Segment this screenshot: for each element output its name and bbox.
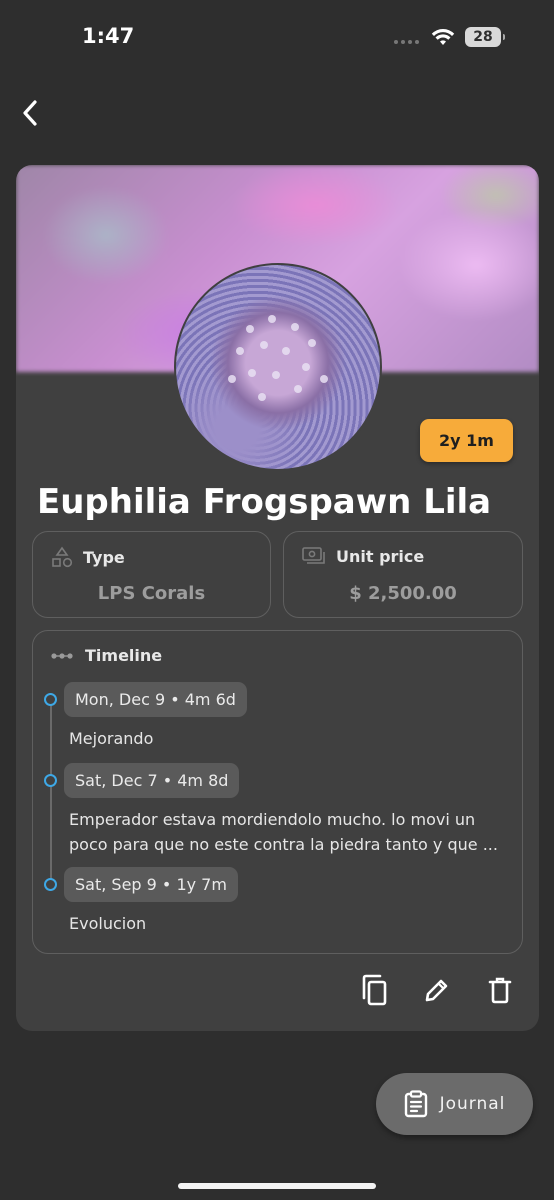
journal-button[interactable]: Journal bbox=[376, 1073, 533, 1135]
status-bar: 1:47 28 bbox=[0, 0, 554, 76]
copy-button[interactable] bbox=[357, 973, 390, 1006]
type-label: Type bbox=[83, 547, 125, 567]
timeline-dot bbox=[44, 693, 57, 706]
price-label: Unit price bbox=[336, 546, 425, 566]
timeline-note: Evolucion bbox=[69, 914, 147, 933]
journal-label: Journal bbox=[439, 1094, 506, 1114]
timeline-line bbox=[50, 697, 52, 887]
price-box: Unit price $ 2,500.00 bbox=[283, 531, 523, 618]
wifi-icon bbox=[431, 29, 455, 45]
trash-icon bbox=[488, 977, 511, 1003]
timeline-icon bbox=[51, 652, 73, 659]
back-button[interactable] bbox=[14, 96, 46, 130]
card-actions bbox=[357, 973, 516, 1006]
shapes-icon bbox=[52, 546, 73, 568]
chevron-left-icon bbox=[23, 100, 37, 126]
type-box: Type LPS Corals bbox=[32, 531, 271, 618]
timeline-section: Timeline Mon, Dec 9 • 4m 6d Mejorando Sa… bbox=[32, 630, 523, 954]
age-badge: 2y 1m bbox=[420, 419, 513, 462]
type-value: LPS Corals bbox=[97, 583, 206, 604]
copy-icon bbox=[362, 974, 386, 1005]
timeline-note: Mejorando bbox=[69, 729, 154, 748]
price-value: $ 2,500.00 bbox=[349, 583, 457, 604]
timeline-label: Timeline bbox=[85, 646, 163, 665]
clipboard-icon bbox=[404, 1090, 427, 1118]
timeline-note: Emperador estava mordiendolo mucho. lo m… bbox=[69, 810, 498, 854]
signal-icon bbox=[394, 40, 419, 44]
page-title: Euphilia Frogspawn Lila bbox=[37, 482, 492, 522]
coral-photo[interactable] bbox=[174, 263, 382, 471]
money-icon bbox=[302, 547, 325, 564]
status-time: 1:47 bbox=[82, 24, 135, 48]
pencil-icon bbox=[425, 979, 447, 1001]
timeline-date: Mon, Dec 9 • 4m 6d bbox=[64, 682, 247, 717]
timeline-dot bbox=[44, 774, 57, 787]
home-indicator[interactable] bbox=[178, 1183, 376, 1189]
edit-button[interactable] bbox=[420, 973, 453, 1006]
timeline-dot bbox=[44, 878, 57, 891]
delete-button[interactable] bbox=[483, 973, 516, 1006]
timeline-date: Sat, Dec 7 • 4m 8d bbox=[64, 763, 240, 798]
battery-indicator: 28 bbox=[465, 27, 505, 47]
timeline-date: Sat, Sep 9 • 1y 7m bbox=[64, 867, 238, 902]
coral-detail-card: 2y 1m Euphilia Frogspawn Lila Type LPS C… bbox=[16, 165, 539, 1031]
